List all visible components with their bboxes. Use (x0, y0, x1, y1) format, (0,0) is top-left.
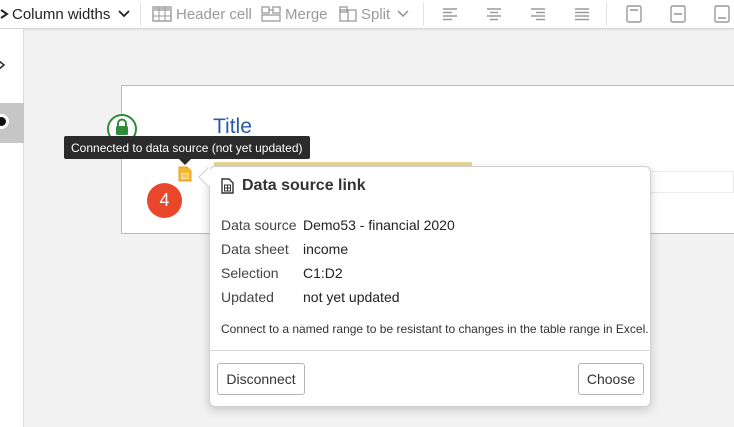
spreadsheet-icon (221, 178, 234, 194)
header-cell-button[interactable]: Header cell (152, 0, 252, 28)
tooltip-arrow (179, 159, 191, 165)
disconnect-button[interactable]: Disconnect (217, 363, 305, 395)
detail-row: Data source Demo53 - financial 2020 (221, 213, 455, 237)
detail-value: C1:D2 (303, 265, 343, 281)
valign-bottom-icon (714, 5, 730, 23)
detail-row: Updated not yet updated (221, 285, 455, 309)
align-left-icon (442, 7, 458, 21)
step-badge: 4 (147, 183, 182, 218)
table-icon (152, 6, 172, 22)
popover-header: Data source link (221, 177, 366, 195)
valign-bottom-button[interactable] (714, 0, 730, 28)
detail-label: Selection (221, 265, 279, 281)
split-dropdown[interactable]: Split (339, 0, 409, 28)
valign-middle-icon (670, 5, 686, 23)
datasource-spreadsheet-icon[interactable] (178, 166, 192, 182)
column-widths-dropdown[interactable]: Column widths (0, 0, 131, 28)
detail-value: Demo53 - financial 2020 (303, 217, 455, 233)
detail-value: income (303, 241, 349, 257)
align-center-button[interactable] (486, 0, 502, 28)
column-widths-label: Column widths (12, 5, 111, 23)
chevron-down-icon (397, 10, 409, 18)
detail-row: Data sheet income (221, 237, 455, 261)
justify-icon (574, 7, 590, 21)
split-icon (339, 6, 357, 22)
expand-arrow-icon[interactable] (0, 59, 6, 73)
detail-label: Data sheet (221, 241, 289, 257)
merge-icon (261, 6, 281, 22)
align-right-button[interactable] (530, 0, 546, 28)
detail-row: Selection C1:D2 (221, 261, 455, 285)
split-label: Split (361, 5, 391, 23)
detail-label: Data source (221, 217, 297, 233)
justify-button[interactable] (574, 0, 590, 28)
datasource-tooltip: Connected to data source (not yet update… (64, 136, 310, 159)
valign-top-button[interactable] (626, 0, 642, 28)
toolbar: Column widths Header cell Merge Split (0, 0, 734, 29)
divider (210, 350, 650, 351)
align-right-icon (530, 7, 546, 21)
chevron-down-icon (118, 10, 131, 18)
align-center-icon (486, 7, 502, 21)
tooltip-text: Connected to data source (not yet update… (71, 140, 303, 155)
detail-label: Updated (221, 289, 274, 305)
choose-button[interactable]: Choose (578, 363, 644, 395)
merge-button[interactable]: Merge (261, 0, 328, 28)
left-rail (0, 29, 24, 427)
datasource-popover: Data source link Data source Demo53 - fi… (209, 166, 651, 407)
merge-label: Merge (285, 5, 328, 23)
arrow-icon (0, 9, 9, 19)
valign-middle-button[interactable] (670, 0, 686, 28)
valign-top-icon (626, 5, 642, 23)
align-left-button[interactable] (442, 0, 458, 28)
popover-title: Data source link (242, 177, 366, 194)
detail-value: not yet updated (303, 289, 400, 305)
header-cell-label: Header cell (176, 5, 252, 23)
datasource-details: Data source Demo53 - financial 2020 Data… (221, 213, 455, 309)
help-note: Connect to a named range to be resistant… (221, 322, 649, 336)
